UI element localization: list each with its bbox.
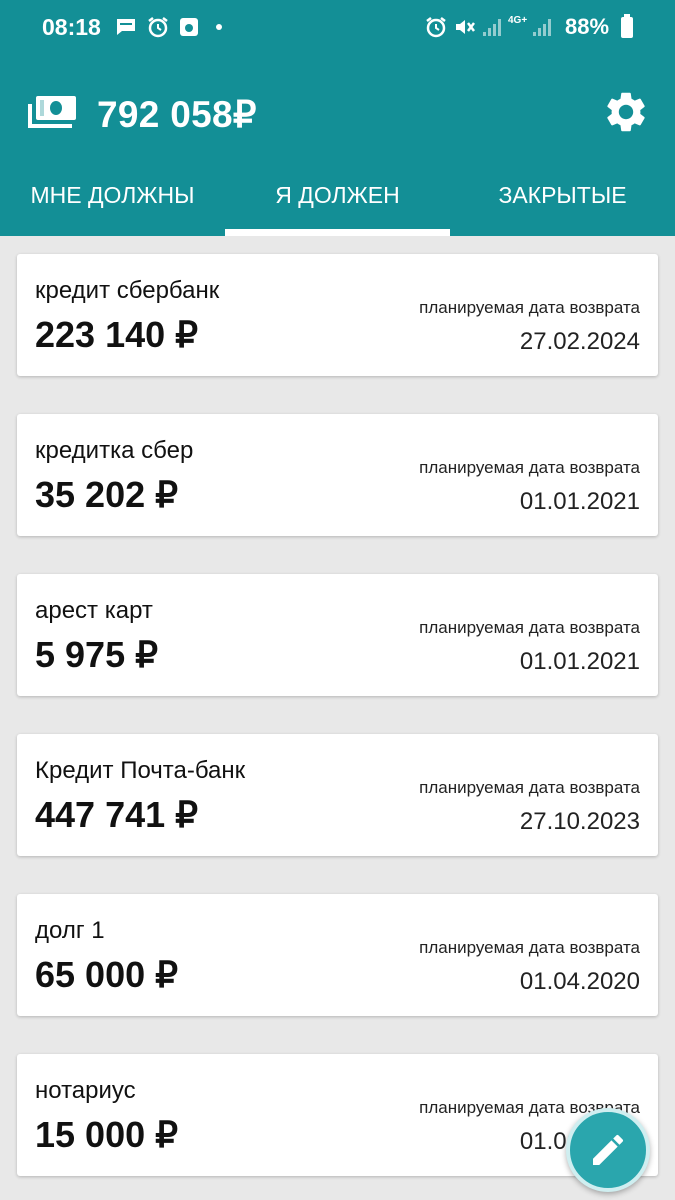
debt-name: Кредит Почта-банк — [35, 757, 246, 784]
more-notifications-dot — [216, 24, 222, 30]
active-tab-indicator — [225, 229, 450, 236]
return-date-label: планируемая дата возврата — [419, 618, 640, 637]
debt-name: долг 1 — [35, 917, 105, 944]
debt-card[interactable]: Кредит Почта-банк 447 741 ₽ планируемая … — [17, 734, 658, 856]
tab-they-owe-me[interactable]: МНЕ ДОЛЖНЫ — [0, 182, 225, 212]
debt-name: арест карт — [35, 597, 153, 624]
battery-level: 88% — [565, 14, 610, 39]
debt-list[interactable]: кредит сбербанк 223 140 ₽ планируемая да… — [0, 236, 675, 1200]
debt-amount: 223 140 ₽ — [35, 314, 199, 355]
debt-name: нотариус — [35, 1077, 136, 1104]
add-debt-button[interactable] — [566, 1108, 650, 1192]
pencil-icon — [593, 1134, 624, 1165]
message-icon — [117, 19, 135, 35]
return-date: 01.01.2021 — [519, 488, 640, 515]
alarm-icon — [148, 17, 168, 38]
return-date-label: планируемая дата возврата — [419, 298, 640, 317]
debt-amount: 447 741 ₽ — [35, 794, 199, 835]
tab-i-owe[interactable]: Я ДОЛЖЕН — [225, 182, 450, 212]
return-date: 01.04.2020 — [519, 968, 640, 995]
debt-name: кредит сбербанк — [35, 277, 220, 304]
return-date-label: планируемая дата возврата — [419, 938, 640, 957]
debt-card[interactable]: нотариус 15 000 ₽ планируемая дата возвр… — [17, 1054, 658, 1176]
debt-amount: 35 202 ₽ — [35, 474, 179, 515]
gear-icon[interactable] — [602, 88, 650, 136]
mute-icon — [456, 20, 475, 34]
debt-name: кредитка сбер — [35, 437, 194, 464]
return-date: 27.02.2024 — [519, 328, 640, 355]
return-date: 01.01.2021 — [519, 648, 640, 675]
debt-card[interactable]: кредит сбербанк 223 140 ₽ планируемая да… — [17, 254, 658, 376]
return-date: 27.10.2023 — [519, 808, 640, 835]
network-type: 4G+ — [508, 15, 528, 26]
tab-closed[interactable]: ЗАКРЫТЫЕ — [450, 182, 675, 212]
signal-icon-1 — [483, 19, 501, 36]
app-bar: 08:18 4G+ 88% 792 058₽ МНЕ ДОЛЖНЫ Я ДОЛЖ… — [0, 0, 675, 236]
debt-card[interactable]: долг 1 65 000 ₽ планируемая дата возврат… — [17, 894, 658, 1016]
total-balance: 792 058₽ — [97, 94, 257, 135]
money-stack-icon — [28, 96, 76, 128]
debt-card[interactable]: арест карт 5 975 ₽ планируемая дата возв… — [17, 574, 658, 696]
debt-amount: 65 000 ₽ — [35, 954, 179, 995]
app-notification-icon — [180, 18, 198, 36]
signal-icon-2 — [533, 19, 551, 36]
return-date-label: планируемая дата возврата — [419, 778, 640, 797]
battery-icon — [621, 14, 633, 38]
debt-amount: 15 000 ₽ — [35, 1114, 179, 1155]
debt-amount: 5 975 ₽ — [35, 634, 158, 675]
alarm-icon-status — [426, 17, 446, 38]
status-bar: 08:18 4G+ 88% — [0, 0, 675, 56]
debt-card[interactable]: кредитка сбер 35 202 ₽ планируемая дата … — [17, 414, 658, 536]
return-date-label: планируемая дата возврата — [419, 458, 640, 477]
status-time: 08:18 — [42, 14, 101, 40]
